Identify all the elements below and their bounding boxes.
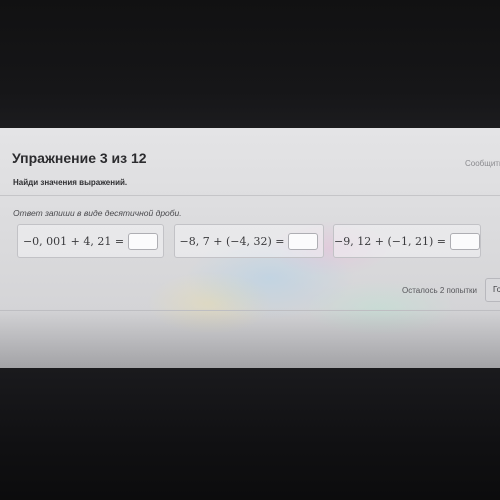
exercise-instruction: Найди значения выражений.: [13, 178, 128, 187]
attempts-remaining: Осталось 2 попытки: [402, 286, 478, 295]
task-expression-3: −9, 12 + (−1, 21) =: [334, 234, 446, 248]
exercise-title: Упражнение 3 из 12: [12, 150, 147, 166]
task-box-1: −0, 001 + 4, 21 =: [17, 224, 164, 258]
task-expression-2: −8, 7 + (−4, 32) =: [179, 234, 285, 248]
monitor-bezel-bottom: [0, 368, 500, 500]
check-answer-button[interactable]: Го: [485, 278, 500, 302]
card-bottom-border: [0, 310, 500, 311]
exercise-card: Упражнение 3 из 12 Сообщить Найди значен…: [0, 128, 500, 368]
answer-hint: Ответ запиши в виде десятичной дроби.: [13, 208, 182, 218]
answer-input-2[interactable]: [288, 232, 319, 250]
task-box-3: −9, 12 + (−1, 21) =: [333, 224, 481, 258]
answer-input-1[interactable]: [128, 232, 159, 250]
monitor-bezel-top: [0, 0, 500, 130]
task-expression-1: −0, 001 + 4, 21 =: [22, 234, 125, 248]
divider: [0, 195, 500, 196]
report-link[interactable]: Сообщить: [465, 159, 500, 168]
task-box-2: −8, 7 + (−4, 32) =: [174, 224, 324, 258]
answer-input-3[interactable]: [449, 232, 480, 250]
